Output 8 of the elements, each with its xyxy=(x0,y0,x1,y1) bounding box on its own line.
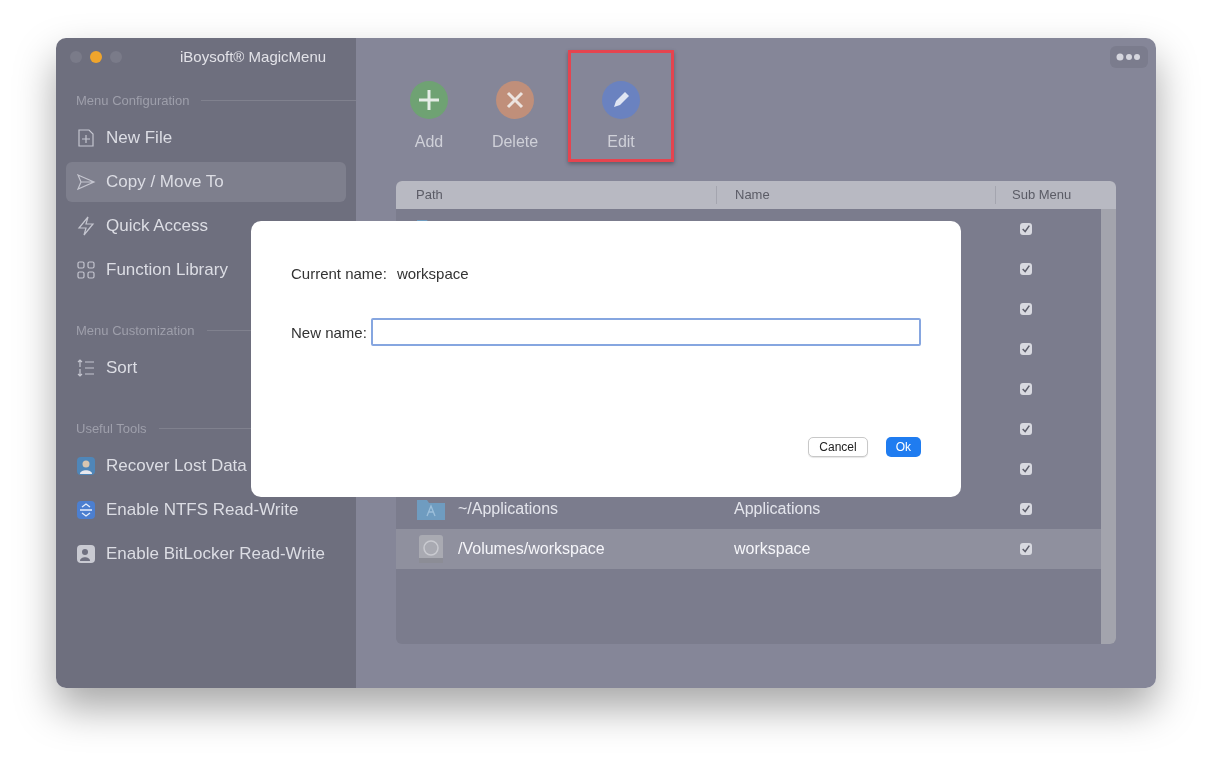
table-cell: Applications xyxy=(734,500,821,517)
field-label: New name: xyxy=(291,323,367,341)
current-name-value: workspace xyxy=(396,265,469,282)
window-title: iBoysoft® MagicMenu xyxy=(180,48,327,65)
table-cell: ~/Applications xyxy=(458,500,559,518)
table-cell: /Volumes/workspace xyxy=(458,540,605,558)
table-cell: workspace xyxy=(734,540,811,557)
field-label: Current name: xyxy=(291,265,387,282)
